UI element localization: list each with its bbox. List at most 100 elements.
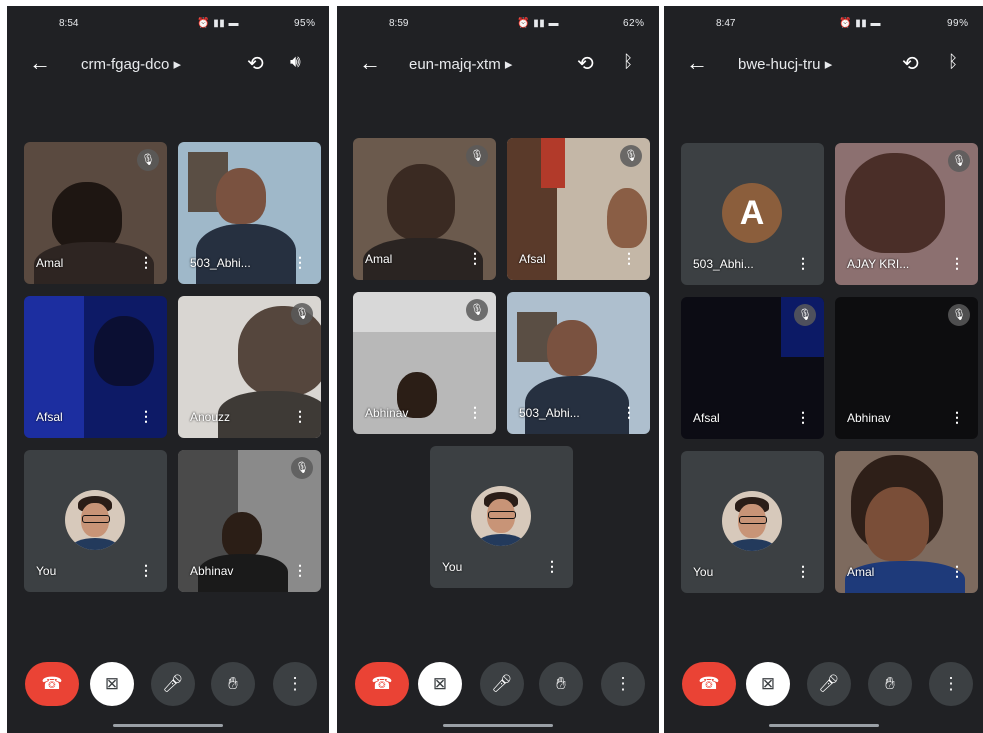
microphone-button[interactable]: 🎤︎ <box>480 662 524 706</box>
phone-screen-3: 8:47 ⏰ ▮▮ ▬ 99% ← bwe-hucj-tru ▸ ⟲ ᛒ A 5… <box>664 6 983 733</box>
participant-name: You <box>442 560 463 574</box>
participant-tile[interactable]: 🎙︎ Abhinav ⋮ <box>178 450 321 592</box>
switch-camera-icon[interactable]: ⟲ <box>902 51 919 76</box>
participant-tile[interactable]: You ⋮ <box>681 451 824 593</box>
more-options-icon[interactable]: ⋮ <box>545 558 559 575</box>
participant-name: Amal <box>365 252 393 266</box>
back-arrow-icon[interactable]: ← <box>359 50 381 76</box>
participant-name: 503_Abhi... <box>693 257 754 271</box>
participant-tile[interactable]: Amal ⋮ <box>835 451 978 593</box>
participant-name: Abhinav <box>847 411 891 425</box>
raise-hand-button[interactable]: ✋︎ <box>211 662 255 706</box>
participant-tile[interactable]: 🎙︎ AJAY KRI... ⋮ <box>835 143 978 285</box>
end-call-button[interactable]: ☎ <box>25 662 79 706</box>
participant-tile[interactable]: A 503_Abhi... ⋮ <box>681 143 824 285</box>
avatar <box>722 491 782 551</box>
more-options-icon[interactable]: ⋮ <box>950 409 964 426</box>
home-indicator[interactable] <box>443 724 553 727</box>
participant-tile[interactable]: 🎙︎ Abhinav ⋮ <box>353 292 496 434</box>
raise-hand-button[interactable]: ✋︎ <box>868 662 912 706</box>
participant-tile[interactable]: 🎙︎ Amal ⋮ <box>24 142 167 284</box>
participant-tile[interactable]: 503_Abhi... ⋮ <box>178 142 321 284</box>
status-icons: ⏰ ▮▮ ▬ <box>839 18 882 29</box>
more-options-icon[interactable]: ⋮ <box>796 409 810 426</box>
more-options-icon[interactable]: ⋮ <box>293 254 307 271</box>
switch-camera-icon[interactable]: ⟲ <box>577 51 594 76</box>
participant-name: AJAY KRI... <box>847 257 910 271</box>
participant-tile[interactable]: 🎙︎ Abhinav ⋮ <box>835 297 978 439</box>
home-indicator[interactable] <box>768 724 879 727</box>
mic-off-icon: 🎙︎ <box>466 145 488 167</box>
participant-name: Afsal <box>693 411 720 425</box>
more-options-icon[interactable]: ⋮ <box>139 408 153 425</box>
meeting-code[interactable]: crm-fgag-dco ▸ <box>81 55 181 73</box>
participant-name: You <box>36 564 57 578</box>
bluetooth-icon[interactable]: ᛒ <box>948 52 958 72</box>
more-options-icon[interactable]: ⋮ <box>622 250 636 267</box>
microphone-button[interactable]: 🎤︎ <box>807 662 851 706</box>
participant-name: Amal <box>847 565 875 579</box>
participant-name: Abhinav <box>190 564 234 578</box>
switch-camera-icon[interactable]: ⟲ <box>247 51 264 76</box>
avatar <box>65 490 125 550</box>
status-time: 8:59 <box>389 18 409 29</box>
camera-off-button[interactable]: ⊠ <box>90 662 134 706</box>
status-time: 8:47 <box>716 18 736 29</box>
status-bar: 8:54 ⏰ ▮▮ ▬ 95% <box>7 18 329 34</box>
camera-off-button[interactable]: ⊠ <box>418 662 462 706</box>
end-call-button[interactable]: ☎ <box>355 662 409 706</box>
meeting-header: ← eun-majq-xtm ▸ ⟲ ᛒ <box>337 46 659 80</box>
call-controls: ☎ ⊠ 🎤︎ ✋︎ ⋮ <box>337 658 659 708</box>
camera-off-button[interactable]: ⊠ <box>746 662 790 706</box>
status-bar: 8:47 ⏰ ▮▮ ▬ 99% <box>664 18 983 34</box>
more-options-button[interactable]: ⋮ <box>273 662 317 706</box>
battery-level: 99% <box>947 18 969 29</box>
participant-name: Afsal <box>519 252 546 266</box>
more-options-icon[interactable]: ⋮ <box>796 563 810 580</box>
end-call-button[interactable]: ☎ <box>682 662 736 706</box>
phone-screen-1: 8:54 ⏰ ▮▮ ▬ 95% ← crm-fgag-dco ▸ ⟲ 🔊︎ 🎙︎… <box>7 6 329 733</box>
more-options-icon[interactable]: ⋮ <box>950 563 964 580</box>
mic-off-icon: 🎙︎ <box>466 299 488 321</box>
participant-tile[interactable]: You ⋮ <box>430 446 573 588</box>
more-options-button[interactable]: ⋮ <box>601 662 645 706</box>
bluetooth-icon[interactable]: ᛒ <box>623 52 633 72</box>
participant-tile[interactable]: 🎙︎ Anouzz ⋮ <box>178 296 321 438</box>
microphone-button[interactable]: 🎤︎ <box>151 662 195 706</box>
mic-off-icon: 🎙︎ <box>948 150 970 172</box>
more-options-icon[interactable]: ⋮ <box>139 254 153 271</box>
back-arrow-icon[interactable]: ← <box>29 50 51 76</box>
more-options-button[interactable]: ⋮ <box>929 662 973 706</box>
phone-screen-2: 8:59 ⏰ ▮▮ ▬ 62% ← eun-majq-xtm ▸ ⟲ ᛒ 🎙︎ … <box>337 6 659 733</box>
more-options-icon[interactable]: ⋮ <box>139 562 153 579</box>
meeting-code[interactable]: bwe-hucj-tru ▸ <box>738 55 832 73</box>
participant-tile[interactable]: 🎙︎ Afsal ⋮ <box>681 297 824 439</box>
mic-off-icon: 🎙︎ <box>291 303 313 325</box>
meeting-code[interactable]: eun-majq-xtm ▸ <box>409 55 512 73</box>
participant-name: Afsal <box>36 410 63 424</box>
status-icons: ⏰ ▮▮ ▬ <box>517 18 560 29</box>
raise-hand-button[interactable]: ✋︎ <box>539 662 583 706</box>
more-options-icon[interactable]: ⋮ <box>293 408 307 425</box>
speaker-icon[interactable]: 🔊︎ <box>290 52 301 72</box>
call-controls: ☎ ⊠ 🎤︎ ✋︎ ⋮ <box>7 658 329 708</box>
more-options-icon[interactable]: ⋮ <box>293 562 307 579</box>
participant-name: Abhinav <box>365 406 409 420</box>
more-options-icon[interactable]: ⋮ <box>622 404 636 421</box>
status-icons: ⏰ ▮▮ ▬ <box>197 18 240 29</box>
meeting-header: ← crm-fgag-dco ▸ ⟲ 🔊︎ <box>7 46 329 80</box>
avatar: A <box>722 183 782 243</box>
more-options-icon[interactable]: ⋮ <box>950 255 964 272</box>
back-arrow-icon[interactable]: ← <box>686 50 708 76</box>
participant-tile[interactable]: You ⋮ <box>24 450 167 592</box>
home-indicator[interactable] <box>113 724 223 727</box>
participant-tile[interactable]: 🎙︎ Amal ⋮ <box>353 138 496 280</box>
more-options-icon[interactable]: ⋮ <box>796 255 810 272</box>
participant-name: Anouzz <box>190 410 231 424</box>
call-controls: ☎ ⊠ 🎤︎ ✋︎ ⋮ <box>664 658 983 708</box>
more-options-icon[interactable]: ⋮ <box>468 250 482 267</box>
more-options-icon[interactable]: ⋮ <box>468 404 482 421</box>
participant-tile[interactable]: Afsal ⋮ <box>24 296 167 438</box>
participant-tile[interactable]: 🎙︎ Afsal ⋮ <box>507 138 650 280</box>
participant-tile[interactable]: 503_Abhi... ⋮ <box>507 292 650 434</box>
